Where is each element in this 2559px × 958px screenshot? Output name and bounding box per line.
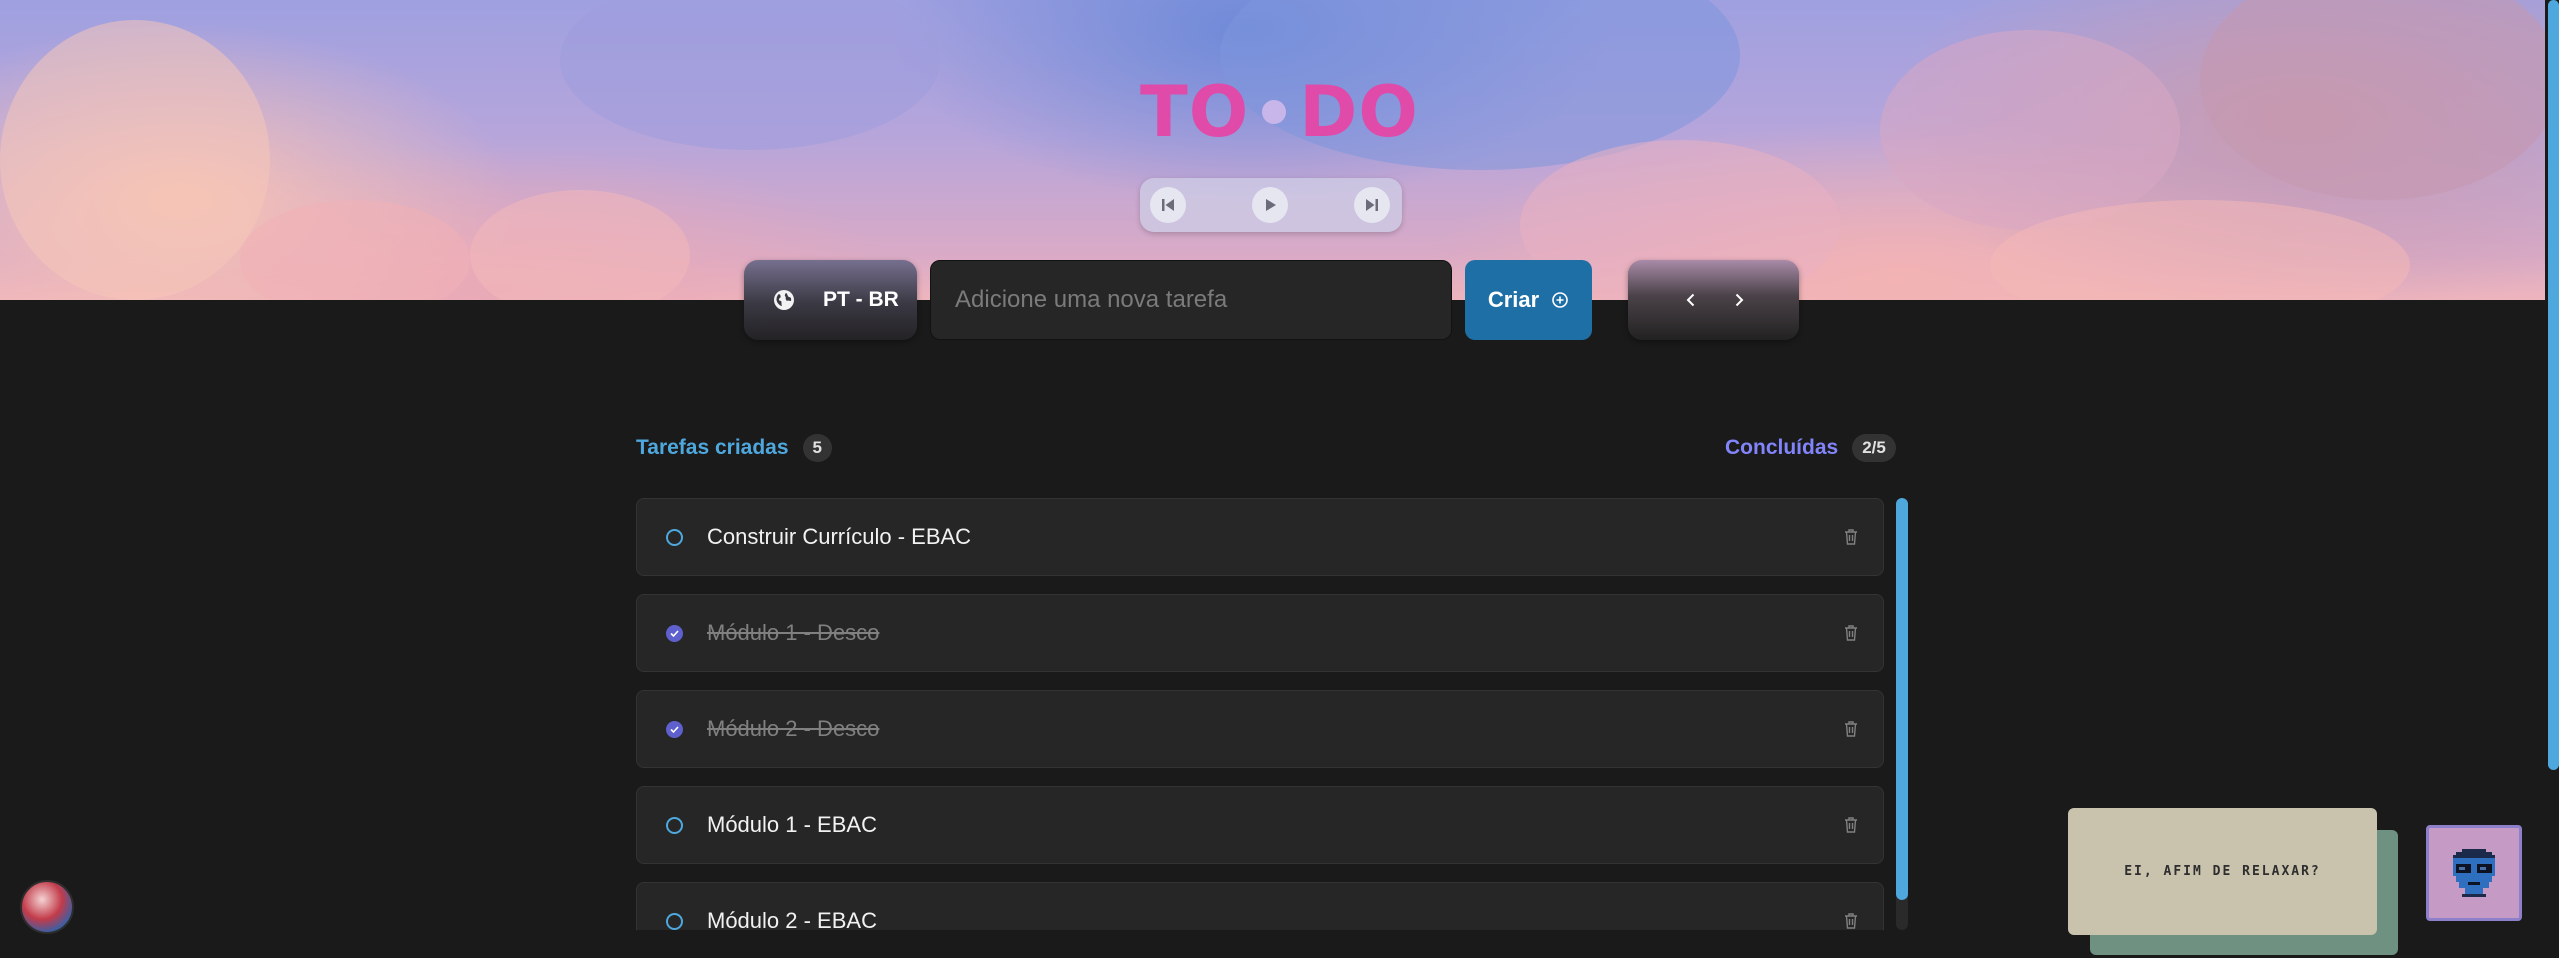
task-checkbox-checked[interactable] — [666, 720, 683, 738]
cloud — [1880, 30, 2180, 230]
cloud — [240, 200, 470, 300]
play-button[interactable] — [1252, 187, 1288, 223]
avatar[interactable] — [20, 880, 74, 934]
task-checkbox[interactable] — [666, 816, 683, 834]
task-list: Construir Currículo - EBAC Módulo 1 - De… — [636, 498, 1884, 930]
task-checkbox[interactable] — [666, 528, 683, 546]
hero-banner: TO DO — [0, 0, 2545, 300]
skip-back-button[interactable] — [1150, 187, 1186, 223]
prev-button[interactable] — [1677, 286, 1705, 314]
cloud — [560, 0, 940, 150]
created-label: Tarefas criadas — [636, 436, 789, 459]
trash-icon[interactable] — [1843, 720, 1859, 738]
skip-back-icon — [1162, 199, 1174, 211]
language-label: PT - BR — [823, 288, 899, 311]
title-to: TO — [1140, 71, 1250, 153]
cloud — [470, 190, 690, 300]
relax-card[interactable]: EI, AFIM DE RELAXAR? — [2068, 808, 2377, 935]
task-label: Módulo 1 - EBAC — [707, 812, 877, 837]
skip-forward-icon — [1366, 199, 1378, 211]
done-count-badge: 2/5 — [1852, 434, 1896, 462]
trash-icon[interactable] — [1843, 816, 1859, 834]
music-player — [1140, 178, 1402, 232]
skip-forward-button[interactable] — [1354, 187, 1390, 223]
new-task-input[interactable] — [930, 260, 1452, 340]
check-icon — [670, 725, 679, 733]
next-button[interactable] — [1725, 286, 1753, 314]
title-dot — [1262, 100, 1287, 124]
task-item: Módulo 1 - Desco — [636, 594, 1884, 672]
page-scrollbar-thumb[interactable] — [2548, 0, 2559, 770]
trash-icon[interactable] — [1843, 624, 1859, 642]
task-label: Construir Currículo - EBAC — [707, 524, 972, 549]
plus-circle-icon — [1552, 292, 1568, 308]
page-scrollbar[interactable] — [2548, 0, 2559, 958]
task-item: Módulo 2 - EBAC — [636, 882, 1884, 930]
task-item: Construir Currículo - EBAC — [636, 498, 1884, 576]
trash-icon[interactable] — [1843, 528, 1859, 546]
relax-card-text: EI, AFIM DE RELAXAR? — [2124, 864, 2321, 879]
created-count-badge: 5 — [802, 434, 833, 462]
task-label: Módulo 2 - Desco — [707, 716, 880, 741]
create-task-button[interactable]: Criar — [1465, 260, 1592, 340]
cloud — [0, 20, 270, 300]
play-icon — [1266, 199, 1276, 211]
chevron-right-icon — [1735, 293, 1744, 307]
check-icon — [670, 629, 679, 637]
done-counter: Concluídas 2/5 — [1725, 434, 1896, 462]
task-label: Módulo 2 - EBAC — [707, 908, 877, 930]
alien-icon — [2453, 849, 2495, 897]
app-title: TO DO — [1140, 71, 1419, 153]
task-checkbox[interactable] — [666, 912, 683, 930]
done-label: Concluídas — [1725, 436, 1839, 459]
chevron-left-icon — [1686, 293, 1695, 307]
task-list-scrollbar-thumb[interactable] — [1896, 498, 1908, 900]
title-do: DO — [1299, 71, 1419, 153]
created-counter: Tarefas criadas 5 — [636, 434, 833, 462]
language-selector[interactable]: PT - BR — [744, 260, 917, 340]
create-button-label: Criar — [1487, 287, 1540, 312]
task-checkbox-checked[interactable] — [666, 624, 683, 642]
globe-icon — [774, 290, 794, 310]
task-item: Módulo 1 - EBAC — [636, 786, 1884, 864]
task-item: Módulo 2 - Desco — [636, 690, 1884, 768]
theme-pager — [1628, 260, 1799, 340]
task-label: Módulo 1 - Desco — [707, 620, 880, 645]
cloud — [2200, 0, 2545, 200]
alien-button[interactable] — [2426, 825, 2522, 921]
trash-icon[interactable] — [1843, 912, 1859, 930]
